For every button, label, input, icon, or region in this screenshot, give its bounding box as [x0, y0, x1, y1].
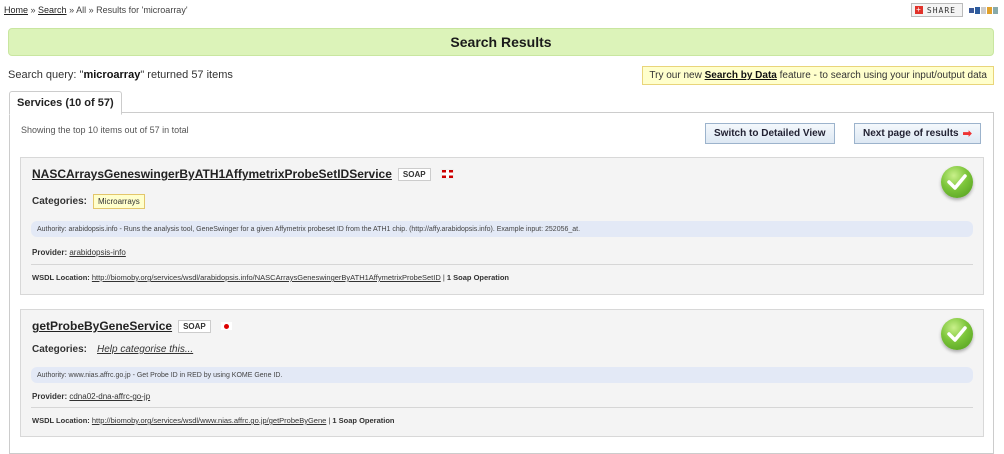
- service-name-link[interactable]: getProbeByGeneService: [32, 319, 172, 333]
- operations-count: 1 Soap Operation: [332, 416, 395, 425]
- plus-icon: +: [914, 5, 923, 14]
- provider-link[interactable]: arabidopsis-info: [69, 248, 125, 257]
- share-label: SHARE: [926, 5, 956, 15]
- service-type-badge: SOAP: [178, 319, 211, 333]
- categories-label: Categories:: [32, 196, 88, 207]
- divider: [31, 264, 973, 265]
- operations-count: 1 Soap Operation: [446, 273, 509, 282]
- social-icon[interactable]: [969, 7, 974, 13]
- wsdl-label: WSDL Location:: [32, 273, 90, 282]
- provider-link[interactable]: cdna02-dna-affrc-go-jp: [69, 392, 150, 401]
- breadcrumb-home-link[interactable]: Home: [4, 5, 28, 15]
- social-icon[interactable]: [981, 6, 986, 14]
- breadcrumb-separator: »: [28, 5, 39, 15]
- social-icon[interactable]: [975, 6, 980, 14]
- social-icon[interactable]: [993, 6, 998, 14]
- service-title-row: getProbeByGeneService SOAP: [32, 319, 232, 333]
- wsdl-label: WSDL Location:: [32, 416, 90, 425]
- search-by-data-notice: Try our new Search by Data feature - to …: [642, 66, 994, 85]
- next-page-label: Next page of results: [863, 128, 959, 139]
- service-card: getProbeByGeneService SOAP Categories: H…: [20, 309, 984, 437]
- uk-flag-icon: [440, 169, 454, 179]
- provider-row: Provider: arabidopsis-info: [32, 248, 126, 257]
- page-title: Search Results: [450, 34, 552, 50]
- checkmark-glyph: [947, 326, 967, 342]
- service-description: Authority: www.nias.affrc.go.jp - Get Pr…: [31, 367, 973, 383]
- wsdl-row: WSDL Location: http://biomoby.org/servic…: [32, 273, 509, 282]
- share-widget: + SHARE: [910, 3, 998, 17]
- next-page-button[interactable]: Next page of results ➡: [854, 123, 981, 144]
- service-type-badge: SOAP: [397, 167, 431, 181]
- check-circle-icon: [941, 318, 973, 350]
- notice-prefix: Try our new: [649, 70, 705, 81]
- provider-label: Provider:: [32, 392, 68, 401]
- detailed-view-label: Switch to Detailed View: [714, 128, 826, 139]
- right-arrow-icon: ➡: [962, 128, 972, 140]
- search-by-data-link[interactable]: Search by Data: [705, 70, 777, 81]
- search-results-banner: Search Results: [8, 28, 994, 56]
- provider-row: Provider: cdna02-dna-affrc-go-jp: [32, 392, 150, 401]
- results-panel: Showing the top 10 items out of 57 in to…: [9, 112, 994, 454]
- category-tag[interactable]: Microarrays: [93, 194, 145, 209]
- help-categorise-link[interactable]: Help categorise this...: [97, 344, 193, 355]
- notice-suffix: feature - to search using your input/out…: [776, 70, 987, 81]
- checkmark-glyph: [947, 174, 967, 190]
- query-suffix: " returned 57 items: [140, 69, 233, 81]
- switch-detailed-view-button[interactable]: Switch to Detailed View: [705, 123, 835, 144]
- service-description: Authority: arabidopsis.info - Runs the a…: [31, 221, 973, 237]
- categories-row: Categories: Microarrays: [32, 194, 145, 209]
- japan-flag-icon: [220, 322, 232, 330]
- search-query-summary: Search query: "microarray" returned 57 i…: [8, 69, 233, 81]
- breadcrumb-search-link[interactable]: Search: [38, 5, 67, 15]
- tab-services[interactable]: Services (10 of 57): [9, 91, 122, 115]
- wsdl-row: WSDL Location: http://biomoby.org/servic…: [32, 416, 395, 425]
- wsdl-link[interactable]: http://biomoby.org/services/wsdl/arabido…: [92, 273, 441, 282]
- query-prefix: Search query: ": [8, 69, 84, 81]
- service-name-link[interactable]: NASCArraysGeneswingerByATH1AffymetrixPro…: [32, 167, 392, 181]
- breadcrumb-current: » All » Results for 'microarray': [66, 5, 188, 15]
- share-button[interactable]: + SHARE: [910, 3, 963, 17]
- breadcrumb: Home » Search » All » Results for 'micro…: [4, 5, 188, 15]
- provider-label: Provider:: [32, 248, 68, 257]
- wsdl-link[interactable]: http://biomoby.org/services/wsdl/www.nia…: [92, 416, 326, 425]
- service-card: NASCArraysGeneswingerByATH1AffymetrixPro…: [20, 157, 984, 295]
- tab-services-label: Services (10 of 57): [17, 97, 114, 109]
- divider: [31, 407, 973, 408]
- categories-label: Categories:: [32, 344, 88, 355]
- query-term: microarray: [83, 69, 141, 81]
- service-title-row: NASCArraysGeneswingerByATH1AffymetrixPro…: [32, 167, 454, 181]
- categories-row: Categories: Help categorise this...: [32, 344, 193, 355]
- social-icons[interactable]: [969, 6, 998, 14]
- check-circle-icon: [941, 166, 973, 198]
- results-count-text: Showing the top 10 items out of 57 in to…: [21, 125, 189, 135]
- social-icon[interactable]: [987, 6, 992, 14]
